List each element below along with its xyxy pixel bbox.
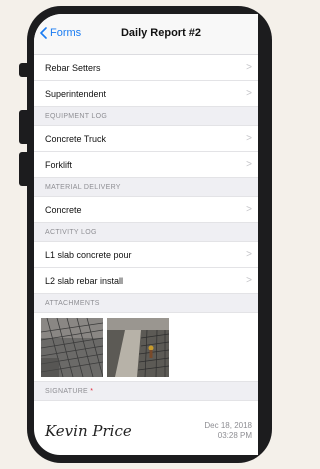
- chevron-right-icon: >: [246, 159, 252, 170]
- phone-screen: Forms Daily Report #2 Rebar Setters > Su…: [34, 14, 258, 455]
- required-marker: *: [90, 387, 94, 395]
- signature-time: 03:28 PM: [217, 431, 252, 440]
- list-item-label: Superintendent: [45, 88, 107, 99]
- section-header-signature: SIGNATURE *: [34, 382, 258, 401]
- signature-date: Dec 18, 2018: [204, 421, 252, 430]
- list-item-label: L2 slab rebar install: [45, 275, 124, 286]
- chevron-right-icon: >: [246, 249, 252, 260]
- signature-timestamp: Dec 18, 2018 03:28 PM: [204, 421, 252, 441]
- list-item-l1-slab-concrete-pour[interactable]: L1 slab concrete pour >: [34, 242, 258, 268]
- list-item-superintendent[interactable]: Superintendent >: [34, 81, 258, 107]
- navigation-bar: Forms Daily Report #2: [34, 14, 258, 55]
- section-header-material-delivery: MATERIAL DELIVERY: [34, 178, 258, 197]
- chevron-right-icon: >: [246, 62, 252, 73]
- chevron-right-icon: >: [246, 275, 252, 286]
- signature-row[interactable]: Kevin Price Dec 18, 2018 03:28 PM: [34, 401, 258, 455]
- chevron-right-icon: >: [246, 204, 252, 215]
- attachments-strip: [34, 313, 258, 382]
- list-item-concrete-truck[interactable]: Concrete Truck >: [34, 126, 258, 152]
- chevron-right-icon: >: [246, 88, 252, 99]
- volume-up-button: [19, 110, 29, 144]
- list-item-label: Concrete: [45, 204, 82, 215]
- list-item-label: Forklift: [45, 159, 72, 170]
- list-item-rebar-setters[interactable]: Rebar Setters >: [34, 55, 258, 81]
- volume-down-button: [19, 152, 29, 186]
- section-header-equipment-log: EQUIPMENT LOG: [34, 107, 258, 126]
- section-header-attachments: ATTACHMENTS: [34, 294, 258, 313]
- signature-name: Kevin Price: [45, 422, 132, 440]
- list-item-label: L1 slab concrete pour: [45, 249, 132, 260]
- page-title: Daily Report #2: [120, 27, 202, 39]
- list-item-label: Concrete Truck: [45, 133, 107, 144]
- list-item-label: Rebar Setters: [45, 62, 101, 73]
- attachment-photo-rebar[interactable]: [41, 317, 103, 377]
- mute-switch: [19, 63, 29, 77]
- list-item-l2-slab-rebar-install[interactable]: L2 slab rebar install >: [34, 268, 258, 294]
- list-item-forklift[interactable]: Forklift >: [34, 152, 258, 178]
- section-header-activity-log: ACTIVITY LOG: [34, 223, 258, 242]
- chevron-right-icon: >: [246, 133, 252, 144]
- list-item-concrete[interactable]: Concrete >: [34, 197, 258, 223]
- signature-section-label: SIGNATURE: [45, 387, 89, 395]
- attachment-photo-slab-pour[interactable]: [107, 317, 169, 377]
